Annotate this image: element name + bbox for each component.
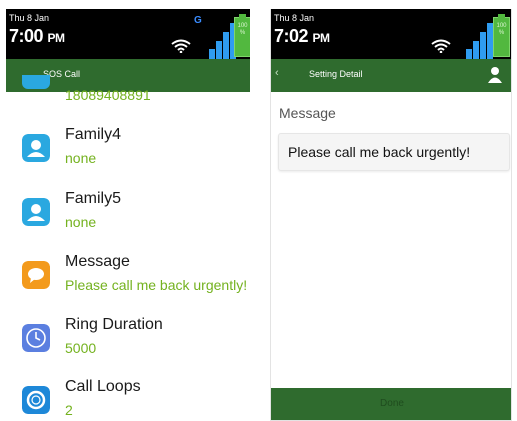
- sos-call-screen: Thu 8 Jan 7:00 PM G 100% SOS Call 180894…: [6, 9, 250, 421]
- status-bar: Thu 8 Jan 7:00 PM G 100%: [6, 9, 250, 59]
- message-field[interactable]: Please call me back urgently!: [278, 133, 510, 171]
- item-value: 5000: [65, 340, 97, 356]
- clock-icon: [22, 324, 50, 352]
- message-text: Please call me back urgently!: [288, 144, 471, 160]
- done-label: Done: [380, 398, 404, 409]
- contact-icon: [22, 198, 50, 226]
- message-icon: [22, 261, 50, 289]
- item-title: Family5: [65, 190, 122, 207]
- done-button[interactable]: Done: [271, 388, 511, 420]
- item-value: 2: [65, 402, 73, 418]
- wifi-icon: [171, 39, 191, 53]
- item-value: none: [65, 150, 97, 166]
- item-value: 18089408891: [65, 87, 151, 103]
- list-item-phone[interactable]: 18089408891: [6, 75, 250, 105]
- status-time: 7:00 PM: [9, 26, 65, 47]
- item-title: Family4: [65, 126, 122, 143]
- signal-strength-icon: [209, 21, 236, 59]
- battery-icon: 100%: [493, 14, 510, 57]
- list-item-message[interactable]: Message Please call me back urgently!: [6, 249, 250, 311]
- list-item-ring-duration[interactable]: Ring Duration 5000: [6, 312, 250, 374]
- item-value: Please call me back urgently!: [65, 277, 248, 293]
- status-ampm: PM: [312, 31, 331, 45]
- contact-icon: [22, 134, 50, 162]
- list-item-family4[interactable]: Family4 none: [6, 122, 250, 184]
- status-date: Thu 8 Jan: [274, 13, 315, 23]
- item-title: Call Loops: [65, 378, 141, 395]
- item-value: none: [65, 214, 97, 230]
- network-type: G: [194, 15, 202, 26]
- status-time-value: 7:02: [274, 26, 309, 46]
- back-button[interactable]: ‹: [275, 67, 279, 79]
- status-ampm: PM: [47, 31, 66, 45]
- status-date: Thu 8 Jan: [9, 13, 50, 23]
- status-bar: Thu 8 Jan 7:02 PM 100%: [271, 9, 511, 59]
- user-icon[interactable]: [488, 66, 502, 84]
- loop-icon: [22, 386, 50, 414]
- battery-icon: 100%: [234, 14, 250, 57]
- screenshot-stage: Thu 8 Jan 7:00 PM G 100% SOS Call 180894…: [0, 0, 517, 421]
- item-title: Message: [65, 253, 130, 270]
- title-bar: ‹ Setting Detail: [271, 59, 511, 92]
- item-title: Ring Duration: [65, 316, 163, 333]
- status-time-value: 7:00: [9, 26, 44, 46]
- contact-icon: [22, 75, 50, 89]
- page-title: Setting Detail: [309, 69, 363, 79]
- section-label: Message: [279, 105, 336, 121]
- wifi-icon: [431, 39, 451, 53]
- status-time: 7:02 PM: [274, 26, 330, 47]
- setting-detail-screen: Thu 8 Jan 7:02 PM 100% ‹ Setting Detail: [270, 9, 512, 421]
- list-item-family5[interactable]: Family5 none: [6, 186, 250, 248]
- list-item-call-loops[interactable]: Call Loops 2: [6, 374, 250, 421]
- signal-strength-icon: [466, 21, 493, 59]
